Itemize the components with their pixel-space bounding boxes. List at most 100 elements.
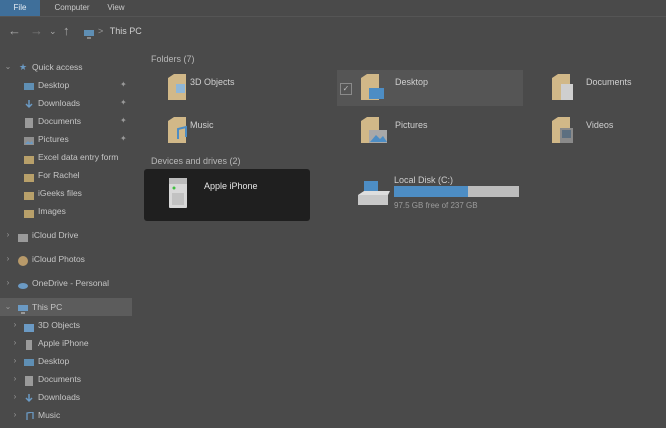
sidebar-item-label: OneDrive - Personal <box>32 278 110 288</box>
pin-icon[interactable]: ✦ <box>120 94 127 112</box>
pictures-folder-icon <box>361 117 387 143</box>
iphone-icon <box>24 338 34 350</box>
folder-tile-videos[interactable]: Videos <box>542 113 662 149</box>
pictures-icon <box>24 134 34 145</box>
back-arrow-icon[interactable]: ← <box>8 23 21 39</box>
folder-label: 3D Objects <box>190 77 235 87</box>
folder-label: Videos <box>586 120 614 130</box>
chevron-right-icon[interactable]: › <box>10 352 20 370</box>
folder-icon <box>24 170 34 182</box>
sidebar-item-label: iGeeks files <box>38 188 82 198</box>
breadcrumb[interactable]: > This PC <box>98 23 142 39</box>
content-pane: Folders (7) 3D Objects ✓ Desktop Documen… <box>134 45 666 418</box>
sidebar-item-label: This PC <box>32 302 63 312</box>
sidebar-item-label: Quick access <box>32 62 83 72</box>
ribbon: File Computer View <box>0 0 666 17</box>
portable-device-icon <box>168 177 188 209</box>
address-bar: ← → ⌄ ↑ > This PC <box>0 17 666 45</box>
breadcrumb-this-pc[interactable]: This PC <box>110 26 142 36</box>
icloud-drive-icon <box>18 230 28 242</box>
sidebar-item-for-rachel[interactable]: For Rachel <box>0 166 132 184</box>
3d-objects-icon <box>24 320 34 332</box>
folder-tile-music[interactable]: Music <box>134 113 330 149</box>
documents-folder-icon <box>552 74 573 100</box>
device-label: Local Disk (C:) <box>394 175 454 185</box>
sidebar-item-label: Music <box>38 410 61 420</box>
hard-drive-icon <box>356 181 390 209</box>
sidebar-item-label: Apple iPhone <box>38 338 89 348</box>
tab-view[interactable]: View <box>100 0 132 16</box>
sidebar-item-this-pc-documents[interactable]: › Documents <box>0 370 132 388</box>
sidebar-item-label: iCloud Drive <box>32 230 79 240</box>
chevron-right-icon[interactable]: › <box>3 250 13 268</box>
selection-checkbox[interactable]: ✓ <box>340 83 352 95</box>
computer-icon <box>18 302 28 314</box>
sidebar-item-label: Downloads <box>38 98 81 108</box>
folder-icon <box>24 206 34 218</box>
chevron-right-icon[interactable]: › <box>3 226 13 244</box>
folder-icon <box>24 188 34 200</box>
cloud-icon <box>18 278 28 289</box>
this-pc-location-icon <box>83 26 95 39</box>
navigation-pane: ⌄ ★ Quick access Desktop ✦ Downloads ✦ D… <box>0 52 134 420</box>
sidebar-item-apple-iphone[interactable]: › Apple iPhone <box>0 334 132 352</box>
sidebar-item-excel-data-entry-form[interactable]: Excel data entry form <box>0 148 132 166</box>
up-arrow-icon[interactable]: ↑ <box>63 23 70 39</box>
folder-label: Pictures <box>395 120 428 130</box>
chevron-right-icon[interactable]: › <box>10 388 20 406</box>
chevron-down-icon[interactable]: ⌄ <box>3 58 13 76</box>
folder-tile-documents[interactable]: Documents <box>542 70 662 106</box>
devices-section-header[interactable]: Devices and drives (2) <box>151 156 241 166</box>
chevron-right-icon[interactable]: › <box>10 316 20 334</box>
sidebar-item-icloud-drive[interactable]: › iCloud Drive <box>0 226 132 244</box>
chevron-right-icon[interactable]: › <box>10 334 20 352</box>
star-icon: ★ <box>19 62 28 72</box>
disk-usage-fill <box>394 186 468 197</box>
chevron-down-icon[interactable]: ⌄ <box>3 298 13 316</box>
documents-icon <box>24 374 34 386</box>
folders-section-header[interactable]: Folders (7) <box>151 54 195 64</box>
folder-tile-pictures[interactable]: Pictures <box>337 113 523 149</box>
pin-icon[interactable]: ✦ <box>120 112 127 130</box>
sidebar-item-this-pc-music[interactable]: › Music <box>0 406 132 424</box>
sidebar-item-desktop[interactable]: Desktop ✦ <box>0 76 132 94</box>
sidebar-item-quick-access[interactable]: ⌄ ★ Quick access <box>0 58 132 76</box>
sidebar-item-onedrive[interactable]: › OneDrive - Personal <box>0 274 132 292</box>
desktop-icon <box>24 356 34 366</box>
sidebar-item-this-pc-downloads[interactable]: › Downloads <box>0 388 132 406</box>
sidebar-item-documents[interactable]: Documents ✦ <box>0 112 132 130</box>
sidebar-item-icloud-photos[interactable]: › iCloud Photos <box>0 250 132 268</box>
disk-free-space: 97.5 GB free of 237 GB <box>394 201 478 210</box>
tab-file[interactable]: File <box>0 0 40 16</box>
sidebar-item-3d-objects[interactable]: › 3D Objects <box>0 316 132 334</box>
sidebar-item-igeeks-files[interactable]: iGeeks files <box>0 184 132 202</box>
folder-tile-desktop[interactable]: ✓ Desktop <box>337 70 523 106</box>
device-tile-apple-iphone[interactable]: Apple iPhone <box>144 169 310 221</box>
pin-icon[interactable]: ✦ <box>120 76 127 94</box>
tab-computer[interactable]: Computer <box>46 0 98 16</box>
chevron-right-icon[interactable]: › <box>10 406 20 424</box>
sidebar-item-downloads[interactable]: Downloads ✦ <box>0 94 132 112</box>
pin-icon[interactable]: ✦ <box>120 130 127 148</box>
folder-label: Documents <box>586 77 632 87</box>
sidebar-item-label: Downloads <box>38 392 81 402</box>
chevron-right-icon[interactable]: › <box>3 274 13 292</box>
recent-locations-chevron-icon[interactable]: ⌄ <box>49 23 57 39</box>
download-icon <box>24 392 34 403</box>
music-icon <box>24 410 34 420</box>
sidebar-item-this-pc-desktop[interactable]: › Desktop <box>0 352 132 370</box>
sidebar-item-label: Documents <box>38 374 81 384</box>
chevron-right-icon[interactable]: › <box>10 370 20 388</box>
videos-folder-icon <box>552 117 573 143</box>
sidebar-item-label: Excel data entry form <box>38 152 119 162</box>
sidebar-item-images[interactable]: Images <box>0 202 132 220</box>
folder-tile-3d-objects[interactable]: 3D Objects <box>134 70 330 106</box>
folder-label: Music <box>190 120 214 130</box>
sidebar-item-label: Pictures <box>38 134 69 144</box>
sidebar-item-pictures[interactable]: Pictures ✦ <box>0 130 132 148</box>
sidebar-item-this-pc[interactable]: ⌄ This PC <box>0 298 132 316</box>
download-icon <box>24 98 34 109</box>
sidebar-item-label: Desktop <box>38 356 70 366</box>
forward-arrow-icon[interactable]: → <box>30 23 43 39</box>
disk-usage-bar <box>394 186 519 197</box>
